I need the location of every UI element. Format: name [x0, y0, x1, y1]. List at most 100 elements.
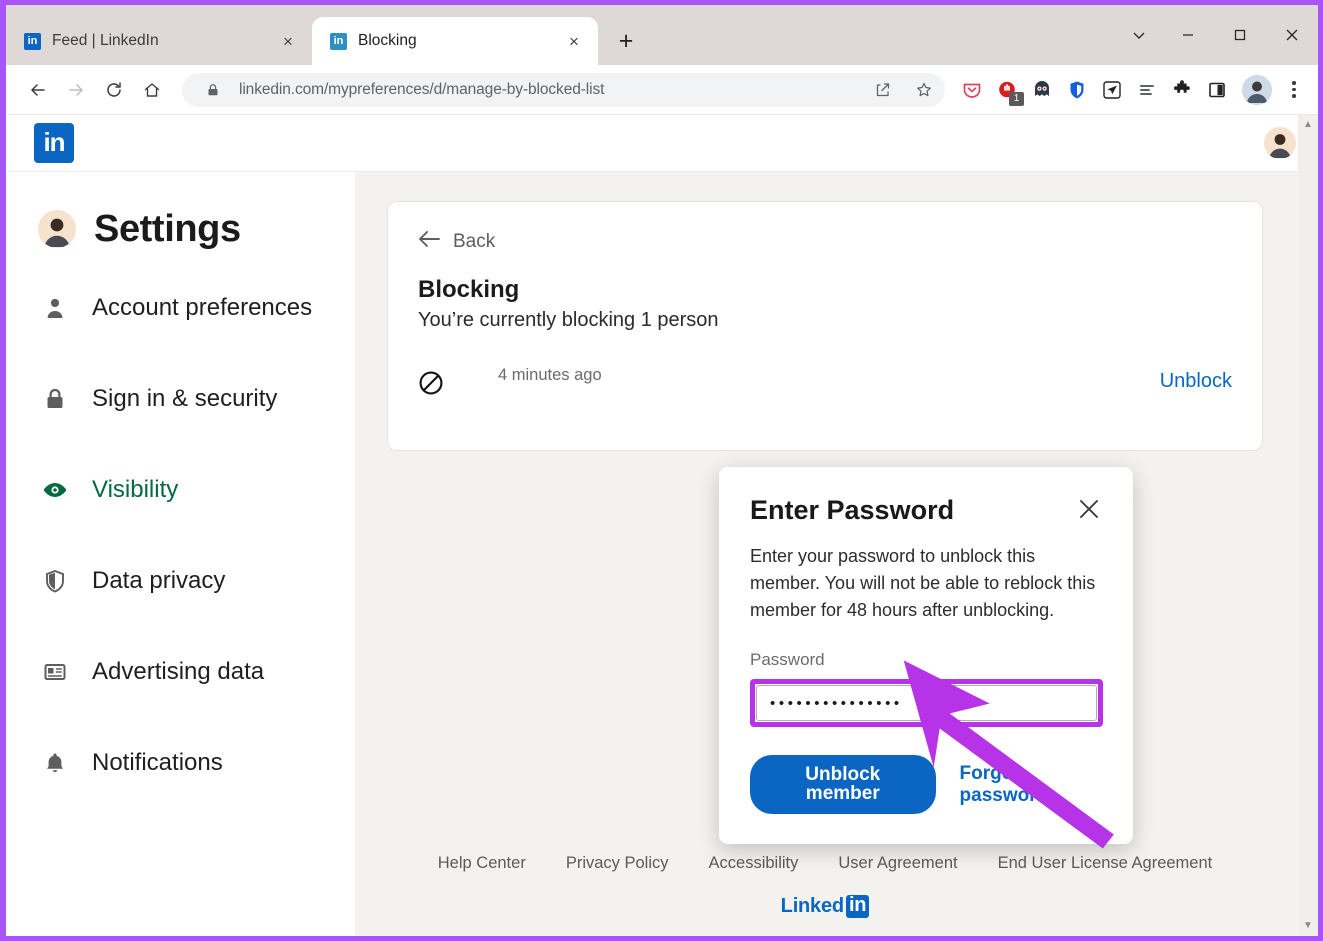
card-subtitle: You’re currently blocking 1 person	[418, 309, 719, 331]
linkedin-navbar: in	[6, 115, 1318, 172]
modal-actions: Unblock member Forgot password	[750, 755, 1103, 814]
footer-link-help-center[interactable]: Help Center	[438, 854, 526, 873]
ghostery-icon[interactable]	[1025, 73, 1059, 107]
shield-icon	[40, 569, 70, 593]
eye-icon	[40, 477, 70, 503]
browser-window: in Feed | LinkedIn × in Blocking × + lin…	[6, 5, 1318, 936]
tab-close-icon[interactable]: ×	[276, 29, 300, 53]
back-label: Back	[453, 231, 496, 252]
sidebar-item-visibility[interactable]: Visibility	[6, 444, 355, 535]
sidebar-item-label: Sign in & security	[92, 384, 278, 412]
sidebar-item-sign-in-security[interactable]: Sign in & security	[6, 353, 355, 444]
telegram-send-icon[interactable]	[1095, 73, 1129, 107]
person-icon	[40, 296, 70, 320]
url-text: linkedin.com/mypreferences/d/manage-by-b…	[239, 80, 605, 98]
lock-icon	[198, 75, 228, 105]
arrow-left-icon	[418, 230, 440, 254]
browser-tab-blocking[interactable]: in Blocking ×	[312, 17, 598, 65]
footer-logo-in-box: in	[845, 895, 870, 918]
window-minimize-button[interactable]	[1162, 13, 1214, 57]
scroll-down-arrow-icon[interactable]: ▼	[1303, 921, 1313, 931]
window-close-button[interactable]	[1266, 13, 1318, 57]
linkedin-profile-avatar[interactable]	[1264, 127, 1296, 159]
scroll-up-arrow-icon[interactable]: ▲	[1303, 120, 1313, 130]
footer-link-user-agreement[interactable]: User Agreement	[838, 854, 957, 873]
page-scrollbar[interactable]: ▲ ▼	[1298, 115, 1318, 936]
sidebar-item-label: Advertising data	[92, 657, 265, 685]
extensions-area: 1	[955, 73, 1234, 107]
sidebar-item-label: Visibility	[92, 475, 179, 503]
reading-list-icon[interactable]	[1130, 73, 1164, 107]
password-input[interactable]: •••••••••••••••	[756, 685, 1097, 721]
tab-close-icon[interactable]: ×	[562, 29, 586, 53]
settings-sidebar: Settings Account preferences Sign in & s…	[6, 172, 355, 936]
blocked-member-time: 4 minutes ago	[498, 366, 602, 384]
linkedin-wordmark-logo: Linked in	[781, 895, 870, 918]
footer-logo-word: Linked	[780, 895, 844, 917]
password-field-highlight: •••••••••••••••	[750, 679, 1103, 727]
forgot-password-link[interactable]: Forgot password	[960, 763, 1103, 807]
modal-body-text: Enter your password to unblock this memb…	[750, 546, 1096, 620]
sidebar-item-notifications[interactable]: Notifications	[6, 717, 355, 808]
adblock-icon[interactable]: 1	[990, 73, 1024, 107]
sidebar-item-advertising-data[interactable]: Advertising data	[6, 626, 355, 717]
address-bar[interactable]: linkedin.com/mypreferences/d/manage-by-b…	[182, 72, 945, 107]
sidebar-item-data-privacy[interactable]: Data privacy	[6, 535, 355, 626]
puzzle-extensions-icon[interactable]	[1165, 73, 1199, 107]
page-title: Settings	[94, 207, 241, 250]
annotation-purple-frame: in Feed | LinkedIn × in Blocking × + lin…	[0, 0, 1323, 941]
browser-toolbar: linkedin.com/mypreferences/d/manage-by-b…	[6, 65, 1318, 115]
unblock-member-button[interactable]: Unblock member	[750, 755, 936, 814]
footer-link-privacy-policy[interactable]: Privacy Policy	[566, 854, 669, 873]
settings-header: Settings	[6, 196, 355, 262]
footer-link-accessibility[interactable]: Accessibility	[709, 854, 799, 873]
avatar	[38, 210, 76, 248]
bookmark-star-icon[interactable]	[909, 75, 939, 105]
forward-button-icon[interactable]	[58, 72, 94, 108]
home-button-icon[interactable]	[134, 72, 170, 108]
share-icon[interactable]	[868, 75, 898, 105]
window-controls	[1116, 5, 1318, 65]
back-button-icon[interactable]	[20, 72, 56, 108]
modal-header: Enter Password	[750, 495, 1103, 526]
linkedin-logo-icon[interactable]: in	[34, 123, 74, 163]
linkedin-favicon-icon: in	[330, 32, 347, 50]
blocked-member-row: 4 minutes ago Unblock	[418, 366, 1232, 420]
browser-menu-icon[interactable]	[1280, 73, 1308, 107]
window-maximize-button[interactable]	[1214, 13, 1266, 57]
close-icon[interactable]	[1075, 495, 1103, 523]
footer-links: Help Center Privacy Policy Accessibility…	[388, 854, 1262, 873]
browser-tab-feed[interactable]: in Feed | LinkedIn ×	[6, 17, 312, 65]
sidebar-item-label: Account preferences	[92, 293, 313, 321]
browser-profile-avatar[interactable]	[1242, 74, 1272, 105]
adblock-badge-count: 1	[1009, 91, 1024, 106]
block-prohibition-icon	[418, 366, 454, 401]
bitwarden-shield-icon[interactable]	[1060, 73, 1094, 107]
pocket-icon[interactable]	[955, 73, 989, 107]
sidebar-item-label: Data privacy	[92, 566, 226, 594]
sidebar-item-account-preferences[interactable]: Account preferences	[6, 262, 355, 353]
sidebar-item-label: Notifications	[92, 748, 223, 776]
tab-title: Feed | LinkedIn	[52, 32, 159, 49]
tab-title: Blocking	[358, 32, 417, 49]
ad-card-icon	[40, 660, 70, 684]
page-footer: Help Center Privacy Policy Accessibility…	[388, 854, 1262, 918]
linkedin-favicon-icon: in	[24, 32, 41, 50]
reload-button-icon[interactable]	[96, 72, 132, 108]
modal-title: Enter Password	[750, 495, 955, 525]
card-title: Blocking	[418, 276, 520, 303]
blocking-card: Back Blocking You’re currently blocking …	[388, 202, 1262, 450]
bell-icon	[40, 751, 70, 775]
tab-strip: in Feed | LinkedIn × in Blocking × +	[6, 5, 1318, 65]
web-page: in Settings Account preferences Sign in …	[6, 115, 1318, 936]
enter-password-modal: Enter Password Enter your password to un…	[719, 467, 1133, 844]
back-button[interactable]: Back	[418, 230, 1232, 254]
side-panel-icon[interactable]	[1200, 73, 1234, 107]
password-field-label: Password	[750, 650, 825, 669]
lock-icon	[40, 387, 70, 411]
new-tab-button[interactable]: +	[606, 21, 646, 61]
blocked-member-info: 4 minutes ago	[454, 366, 1160, 385]
unblock-link[interactable]: Unblock	[1160, 366, 1232, 393]
footer-link-eula[interactable]: End User License Agreement	[998, 854, 1213, 873]
tab-search-chevron-down-icon[interactable]	[1116, 13, 1162, 57]
